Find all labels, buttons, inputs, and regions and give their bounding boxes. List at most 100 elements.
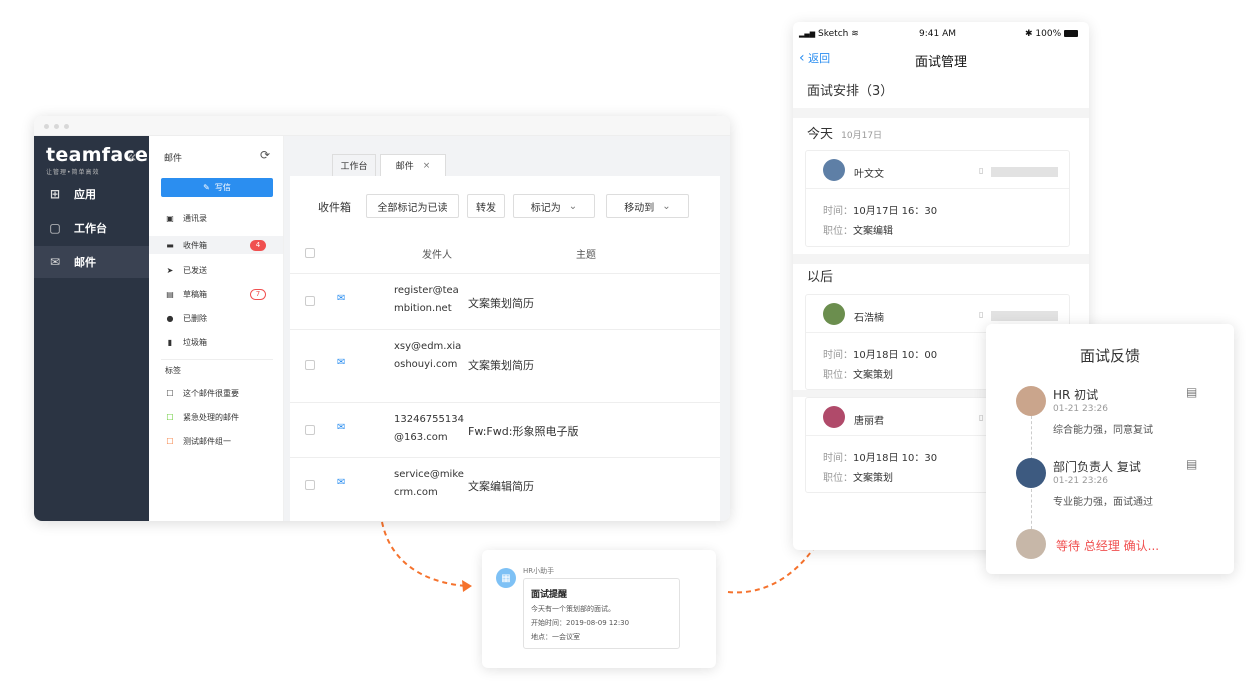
nav-item-workbench[interactable]: ▢ 工作台 [34, 212, 149, 244]
nav-label: 工作台 [74, 222, 107, 235]
pencil-icon: ✎ [203, 183, 210, 192]
phone-icon[interactable]: ▯ [979, 166, 983, 175]
mail-main: 工作台 邮件 × 收件箱 全部标记为已读 转发 标记为 ⌄ 移动到 ⌄ 发件人 … [284, 136, 730, 521]
section-title: 面试安排（3） [807, 84, 894, 99]
table-row[interactable]: ✉ service@mikecrm.com 文案编辑简历 [290, 457, 720, 513]
avatar [1016, 529, 1046, 559]
table-row[interactable]: ✉ register@teambition.net 文案策划简历 [290, 273, 720, 329]
document-icon[interactable]: ▤ [1186, 457, 1197, 471]
pending-status: 等待 总经理 确认... [1056, 539, 1160, 553]
select-all-checkbox[interactable] [305, 248, 315, 258]
window-dot [54, 124, 59, 129]
folder-drafts[interactable]: ▤ 草稿箱 [165, 287, 207, 301]
brand-tagline: 让管理•简单高效 [46, 169, 100, 176]
table-row[interactable]: ✉ xsy@edm.xiaoshouyi.com 文案策划简历 [290, 329, 720, 402]
move-to-label: 移动到 [624, 202, 655, 214]
notification-start-time: 开始时间：2019-08-09 12:30 [531, 619, 630, 627]
close-icon[interactable]: × [423, 161, 431, 171]
interview-card[interactable]: 叶文文 ▯ 时间：10月17日 16：30 职位：文案编辑 [805, 150, 1070, 247]
tag-icon: ☐ [166, 412, 174, 422]
tag-icon: ☐ [166, 388, 174, 398]
timeline-line [1031, 489, 1032, 529]
subject-header: 主题 [576, 250, 596, 261]
tab-bar: 工作台 邮件 × [290, 144, 720, 176]
position-value: 文案编辑 [853, 226, 893, 237]
position-value: 文案策划 [853, 473, 893, 484]
battery-icon [1064, 30, 1079, 37]
row-checkbox[interactable] [305, 296, 315, 306]
phone-icon[interactable]: ▯ [979, 310, 983, 319]
row-checkbox[interactable] [305, 425, 315, 435]
forward-button[interactable]: 转发 [467, 194, 505, 218]
feedback-reviewer: 部门负责人 复试 [1053, 460, 1141, 474]
interview-time: 时间：10月17日 16：30 [823, 202, 937, 217]
feedback-time: 01-21 23:26 [1053, 476, 1108, 486]
tag-icon: ☐ [166, 436, 174, 446]
tab-label: 工作台 [340, 162, 368, 172]
tag-item[interactable]: ☐ 紧急处理的邮件 [165, 410, 239, 424]
time-label: 时间： [823, 206, 853, 217]
time-value: 10月17日 16：30 [853, 206, 938, 217]
tag-item[interactable]: ☐ 测试邮件组一 [165, 434, 231, 448]
write-button[interactable]: ✎ 写信 [161, 178, 273, 197]
move-to-dropdown[interactable]: 移动到 ⌄ [606, 194, 689, 218]
carrier-label: Sketch [818, 29, 849, 39]
feedback-note: 综合能力强，同意复试 [1053, 425, 1153, 436]
notification-body: 今天有一个策划部的面试。 [531, 605, 615, 613]
status-carrier: ▂▄▆ Sketch ≋ [799, 29, 859, 39]
avatar [1016, 386, 1046, 416]
notification-location: 地点：一会议室 [531, 633, 580, 641]
contacts-icon: ▣ [166, 213, 174, 223]
folder-label: 收件箱 [183, 240, 207, 250]
notification-card[interactable]: ▦ HR小助手 面试提醒 今天有一个策划部的面试。 开始时间：2019-08-0… [482, 550, 716, 668]
today-text: 今天 [807, 127, 834, 142]
feedback-time: 01-21 23:26 [1053, 404, 1108, 414]
sent-icon: ➤ [166, 265, 174, 275]
avatar [823, 406, 845, 428]
timeline-line [1031, 416, 1032, 460]
row-sender: 13246755134@163.com [394, 414, 464, 443]
document-icon[interactable]: ▤ [1186, 385, 1197, 399]
nav-item-mail[interactable]: ✉ 邮件 [34, 246, 149, 278]
interview-position: 职位：文案策划 [823, 366, 893, 381]
folder-deleted[interactable]: ● 已删除 [165, 311, 208, 325]
nav-item-apps[interactable]: ⊞ 应用 [34, 178, 149, 210]
mark-as-dropdown[interactable]: 标记为 ⌄ [513, 194, 595, 218]
folder-trash[interactable]: ▮ 垃圾箱 [165, 335, 207, 349]
nav-label: 应用 [74, 188, 96, 201]
feedback-reviewer: HR 初试 [1053, 388, 1099, 402]
page-title: 面试管理 [914, 55, 967, 70]
row-checkbox[interactable] [305, 360, 315, 370]
deleted-icon: ● [166, 313, 174, 323]
battery-label: 100% [1035, 29, 1062, 39]
row-checkbox[interactable] [305, 480, 315, 490]
tab-workbench[interactable]: 工作台 [332, 154, 376, 176]
feedback-title: 面试反馈 [1079, 347, 1140, 365]
tab-label: 邮件 [395, 162, 414, 172]
sender-header: 发件人 [422, 250, 452, 261]
bluetooth-icon: ✱ [1025, 29, 1033, 39]
collapse-icon[interactable]: « [127, 147, 137, 166]
avatar [1016, 458, 1046, 488]
tag-item[interactable]: ☐ 这个邮件很重要 [165, 386, 239, 400]
tab-mail[interactable]: 邮件 × [380, 154, 446, 176]
mark-all-read-button[interactable]: 全部标记为已读 [366, 194, 459, 218]
candidate-name: 叶文文 [854, 169, 884, 180]
envelope-icon: ✉ [337, 422, 346, 433]
phone-icon[interactable]: ▯ [979, 413, 983, 422]
folder-sent[interactable]: ➤ 已发送 [165, 263, 207, 277]
chevron-down-icon: ⌄ [568, 200, 578, 212]
mail-sidebar-title: 邮件 [164, 154, 183, 164]
folder-label: 已删除 [183, 313, 207, 323]
nav-label: 邮件 [74, 256, 96, 269]
interview-time: 时间：10月18日 10：30 [823, 449, 937, 464]
table-row[interactable]: ✉ 13246755134@163.com Fw:Fwd:形象照电子版 [290, 402, 720, 457]
apps-icon: ⊞ [49, 187, 61, 201]
interview-position: 职位：文案编辑 [823, 222, 893, 237]
trash-icon: ▮ [167, 337, 173, 347]
position-label: 职位： [823, 473, 853, 484]
refresh-icon[interactable]: ⟳ [260, 148, 270, 162]
phone-number-placeholder [991, 167, 1058, 177]
contacts-item[interactable]: ▣ 通讯录 [165, 211, 207, 225]
row-subject: 文案策划简历 [468, 297, 534, 310]
